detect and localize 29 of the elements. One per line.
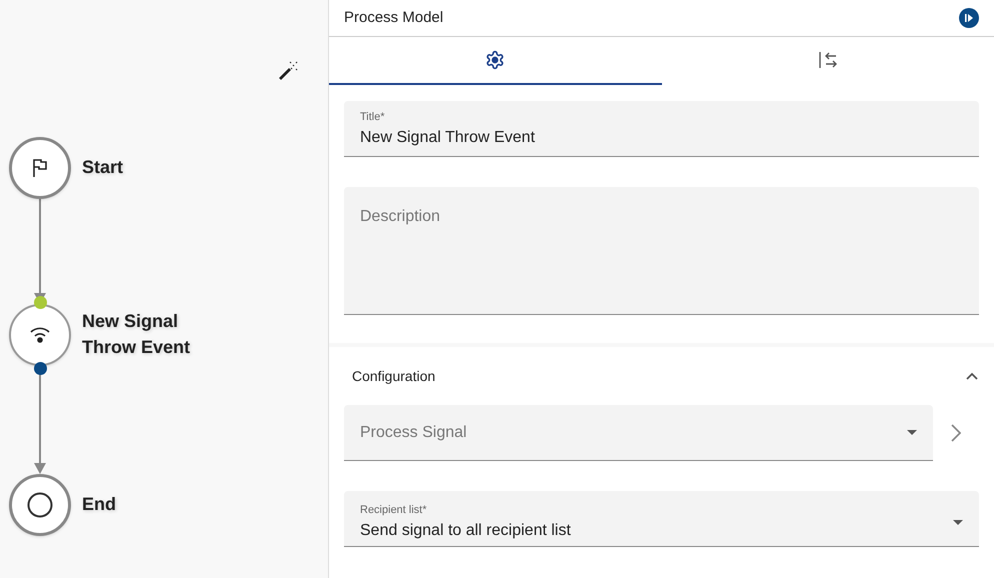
title-field[interactable]: Title* New Signal Throw Event	[344, 101, 979, 157]
signal-select[interactable]: Process Signal	[344, 405, 933, 461]
input-port[interactable]	[34, 296, 47, 309]
node-label: End	[82, 493, 117, 516]
field-label: Recipient list*	[360, 503, 428, 518]
field-value: New Signal Throw Event	[360, 128, 536, 148]
panel-title: Process Model	[344, 8, 444, 28]
magic-wand-icon[interactable]	[277, 59, 299, 81]
process-node[interactable]	[9, 137, 71, 199]
field-value: Send signal to all recipient list	[360, 520, 571, 541]
play-icon[interactable]	[959, 8, 979, 28]
select-placeholder: Process Signal	[360, 422, 467, 442]
process-node[interactable]	[9, 474, 71, 536]
output-port[interactable]	[34, 362, 47, 375]
dropdown-caret-icon	[907, 430, 917, 435]
gear-icon	[485, 50, 506, 70]
field-label: Title*	[360, 110, 386, 125]
signal-icon	[28, 325, 52, 345]
swap-arrows-icon	[818, 50, 838, 70]
recipient-select[interactable]: Recipient list* Send signal to all recipient list	[344, 491, 979, 547]
chevron-right-icon[interactable]	[951, 424, 961, 442]
section-title: Configuration	[352, 366, 436, 386]
collapse-chevron-icon[interactable]	[966, 372, 978, 380]
node-label: New Signal Throw Event	[82, 310, 192, 359]
node-label: Start	[82, 156, 124, 179]
description-field[interactable]: Description	[344, 187, 979, 315]
flag-icon	[30, 158, 50, 178]
circle-icon	[27, 492, 53, 518]
dropdown-caret-icon	[953, 520, 963, 525]
